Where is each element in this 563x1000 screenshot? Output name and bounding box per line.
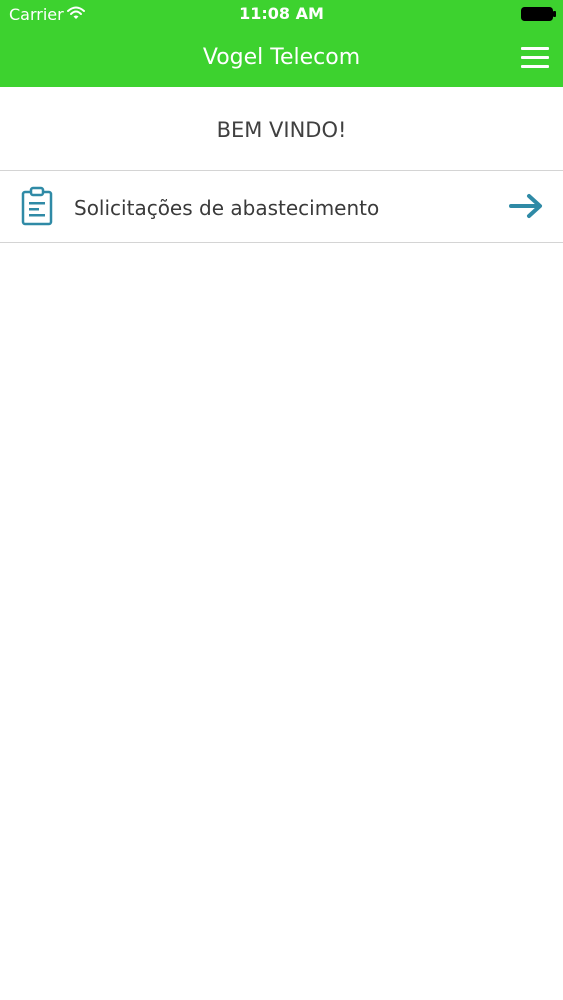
status-bar: Carrier 11:08 AM [0, 0, 563, 30]
menu-item-label: Solicitações de abastecimento [74, 196, 380, 220]
welcome-heading: BEM VINDO! [216, 118, 347, 142]
menu-item-solicitacoes[interactable]: Solicitações de abastecimento [0, 171, 563, 242]
page-title: Vogel Telecom [202, 45, 361, 70]
welcome-section: BEM VINDO! [0, 88, 563, 170]
divider [0, 242, 563, 243]
hamburger-menu-icon[interactable] [518, 44, 552, 70]
status-time: 11:08 AM [239, 4, 324, 23]
clipboard-icon [21, 186, 53, 226]
arrow-right-icon[interactable] [508, 193, 544, 219]
battery-icon [521, 7, 556, 21]
app-header: Carrier 11:08 AM Vogel Telecom [0, 0, 563, 87]
